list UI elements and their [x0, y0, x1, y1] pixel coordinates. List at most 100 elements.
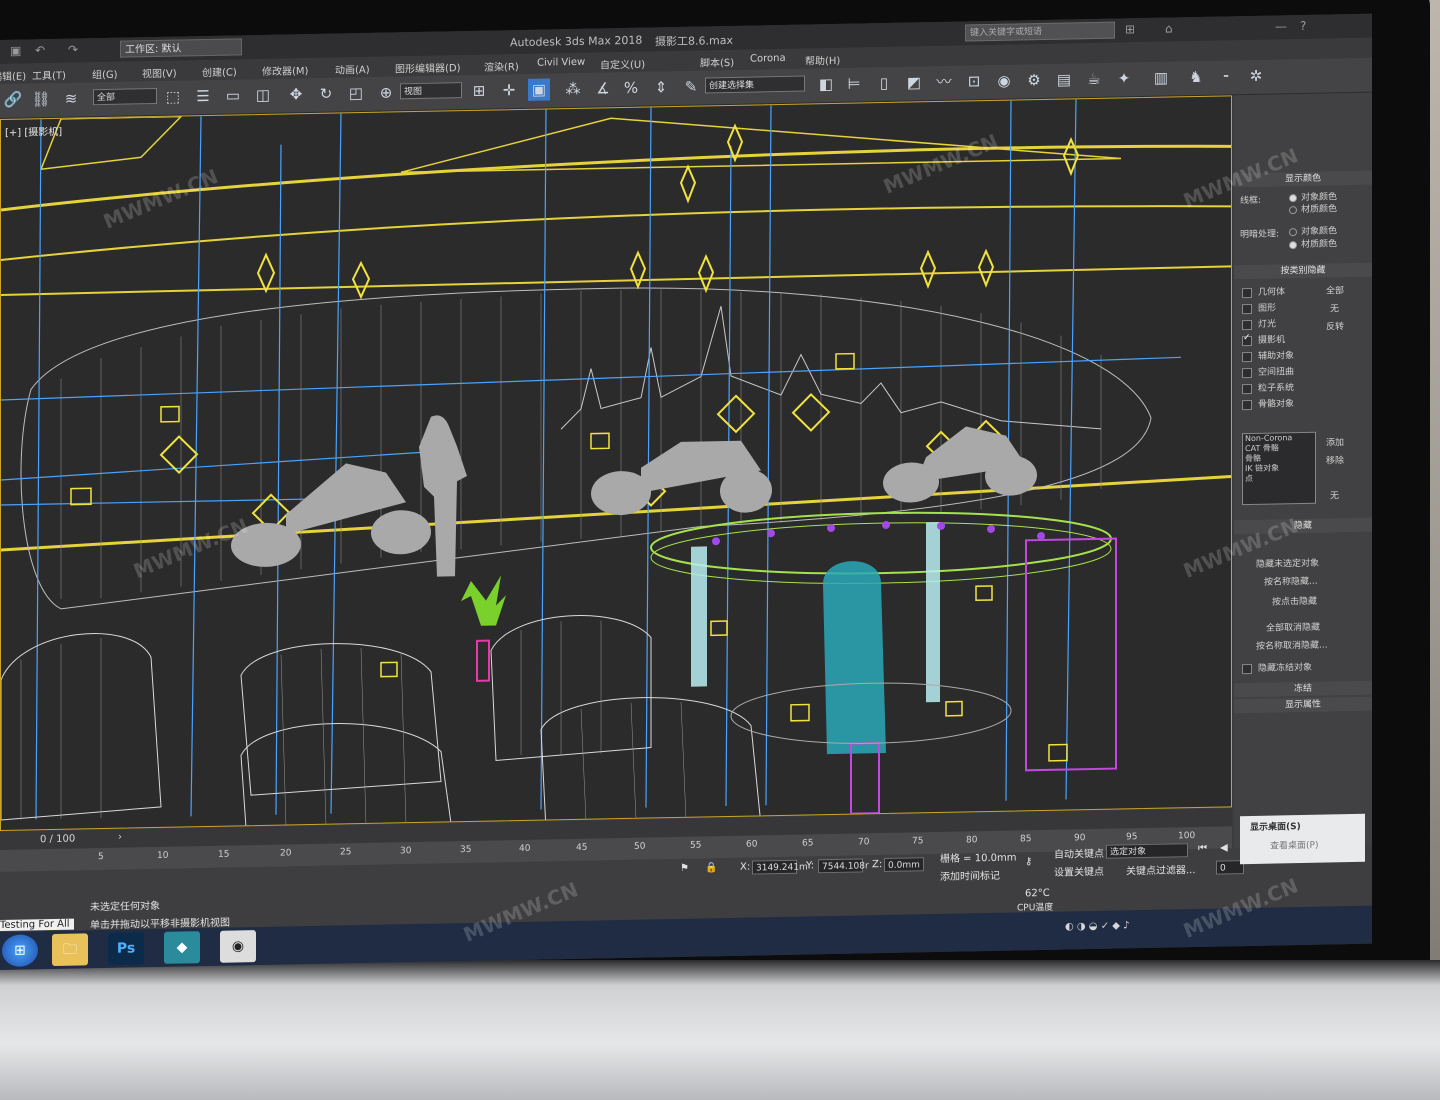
hide-by-hit-button[interactable]: 按点击隐藏: [1272, 594, 1317, 608]
checkbox-icon[interactable]: [1242, 287, 1252, 298]
explorer-icon[interactable]: 🗀: [52, 933, 88, 967]
hide-by-category-header[interactable]: 按类别隐藏: [1234, 262, 1372, 280]
pivot-icon[interactable]: ⊞: [468, 80, 490, 102]
workspace-dropdown[interactable]: 工作区: 默认: [120, 38, 242, 58]
checkbox-icon[interactable]: [1242, 351, 1252, 362]
menu-graph-editors[interactable]: 图形编辑器(D): [395, 59, 461, 75]
filter-none-button[interactable]: 无: [1330, 488, 1339, 501]
next-frame-icon[interactable]: ›: [118, 832, 122, 843]
home-icon[interactable]: ⌂: [1165, 21, 1173, 35]
checkbox-icon[interactable]: [1242, 367, 1252, 378]
tray-icons[interactable]: ◐ ◑ ◒ ✓ ◆ ♪: [1065, 920, 1130, 932]
reference-coord-dropdown[interactable]: 视图: [400, 82, 462, 100]
dash-icon[interactable]: ⁃: [1215, 65, 1237, 87]
menu-edit[interactable]: 编辑(E): [0, 67, 26, 83]
category-checkbox[interactable]: 灯光: [1242, 316, 1276, 330]
checkbox-icon[interactable]: [1242, 399, 1252, 410]
window-crossing-icon[interactable]: ◫: [252, 84, 274, 106]
render-iterative-icon[interactable]: ✦: [1113, 67, 1135, 89]
render-icon[interactable]: ☕: [1083, 68, 1105, 90]
menu-animation[interactable]: 动画(A): [335, 61, 370, 77]
select-by-name-icon[interactable]: ☰: [192, 85, 214, 107]
unlink-icon[interactable]: ⛓: [30, 88, 52, 110]
auto-key-button[interactable]: 自动关键点: [1054, 845, 1104, 861]
key-icon[interactable]: ⚷: [1025, 856, 1032, 867]
checkbox-icon[interactable]: [1242, 383, 1252, 394]
menu-modifiers[interactable]: 修改器(M): [262, 62, 308, 78]
show-desktop-item[interactable]: 显示桌面(S): [1240, 814, 1365, 837]
3dsmax-icon[interactable]: ◆: [164, 931, 200, 964]
maxscript-listener[interactable]: Testing For All: [0, 918, 74, 932]
light-lister-icon[interactable]: ♞: [1185, 66, 1207, 88]
curve-editor-icon[interactable]: 〰: [933, 71, 955, 93]
category-checkbox[interactable]: 几何体: [1242, 284, 1285, 298]
layer-icon[interactable]: ▯: [873, 72, 895, 94]
camera-viewport[interactable]: [+] [摄影机]: [0, 95, 1232, 832]
category-checkbox[interactable]: 图形: [1242, 300, 1276, 314]
menu-rendering[interactable]: 渲染(R): [484, 58, 519, 74]
cat-none-button[interactable]: 无: [1330, 301, 1339, 314]
filter-remove-button[interactable]: 移除: [1326, 453, 1344, 466]
shaded-object-color-radio[interactable]: 对象颜色: [1289, 223, 1337, 237]
hide-filter-listbox[interactable]: Non-Corona CAT 骨骼 骨骼 IK 链对象 点: [1242, 431, 1316, 506]
menu-customize[interactable]: 自定义(U): [600, 56, 645, 72]
select-manipulate-icon[interactable]: ✛: [498, 79, 520, 101]
edit-named-sel-icon[interactable]: ✎: [680, 76, 702, 98]
freeze-header[interactable]: 冻结: [1234, 680, 1372, 698]
save-icon[interactable]: ▣: [10, 44, 21, 58]
go-start-icon[interactable]: ⏮: [1198, 843, 1207, 854]
minimize-icon[interactable]: —: [1275, 19, 1287, 33]
filter-add-button[interactable]: 添加: [1326, 435, 1344, 448]
undo-icon[interactable]: ↶: [35, 43, 45, 57]
hide-by-name-button[interactable]: 按名称隐藏...: [1264, 574, 1318, 588]
binoculars-icon[interactable]: ⊞: [1125, 22, 1135, 36]
menu-corona[interactable]: Corona: [750, 53, 786, 65]
category-checkbox[interactable]: 骨骼对象: [1242, 396, 1294, 410]
lock-icon[interactable]: 🔒: [705, 862, 717, 873]
unhide-all-button[interactable]: 全部取消隐藏: [1266, 620, 1320, 634]
checkbox-icon[interactable]: [1242, 319, 1252, 330]
key-filters-button[interactable]: 关键点过滤器...: [1126, 861, 1196, 877]
redo-icon[interactable]: ↷: [68, 43, 78, 57]
menu-create[interactable]: 创建(C): [202, 63, 237, 79]
checkbox-icon[interactable]: [1242, 335, 1252, 346]
search-input[interactable]: 键入关键字或短语: [965, 21, 1115, 42]
material-editor-icon[interactable]: ◉: [993, 70, 1015, 92]
spinner-snap-icon[interactable]: ⇕: [650, 76, 672, 98]
keyboard-shortcut-icon[interactable]: ▣: [528, 78, 550, 101]
unhide-by-name-button[interactable]: 按名称取消隐藏...: [1256, 638, 1328, 652]
menu-view[interactable]: 视图(V): [142, 65, 177, 81]
category-checkbox[interactable]: 摄影机: [1242, 332, 1285, 346]
z-coord-field[interactable]: 0.0mm: [884, 857, 924, 873]
mirror-icon[interactable]: ◧: [815, 73, 837, 95]
x-coord-field[interactable]: 3149.241m: [752, 859, 808, 875]
link-icon[interactable]: 🔗: [2, 89, 24, 111]
isolate-icon[interactable]: ⚑: [680, 863, 689, 874]
scale-icon[interactable]: ◰: [345, 82, 367, 104]
rect-selection-icon[interactable]: ▭: [222, 84, 244, 106]
prev-frame-icon[interactable]: ◀: [1220, 842, 1228, 853]
help-icon[interactable]: ?: [1300, 19, 1306, 33]
menu-civil-view[interactable]: Civil View: [537, 57, 585, 69]
wire-material-color-radio[interactable]: 材质颜色: [1289, 201, 1337, 215]
category-checkbox[interactable]: 空间扭曲: [1242, 364, 1294, 378]
display-properties-header[interactable]: 显示属性: [1234, 696, 1372, 714]
menu-group[interactable]: 组(G): [92, 66, 118, 81]
named-selection-dropdown[interactable]: 创建选择集: [705, 75, 805, 94]
bind-space-warp-icon[interactable]: ≋: [60, 87, 82, 109]
add-time-tag[interactable]: 添加时间标记: [940, 867, 1000, 883]
hide-frozen-checkbox[interactable]: 隐藏冻结对象: [1242, 660, 1312, 674]
filter-item[interactable]: 点: [1243, 473, 1315, 484]
place-icon[interactable]: ⊕: [375, 81, 397, 103]
set-key-button[interactable]: 设置关键点: [1054, 863, 1104, 879]
rotate-icon[interactable]: ↻: [315, 83, 337, 105]
cat-invert-button[interactable]: 反转: [1326, 319, 1344, 332]
start-button[interactable]: ⊞: [2, 934, 38, 967]
schematic-icon[interactable]: ⊡: [963, 70, 985, 92]
percent-snap-icon[interactable]: %: [620, 77, 642, 99]
corona-icon[interactable]: ▥: [1150, 66, 1172, 88]
cat-all-button[interactable]: 全部: [1326, 283, 1344, 296]
align-icon[interactable]: ⊨: [843, 72, 865, 94]
menu-tools[interactable]: 工具(T): [32, 67, 66, 83]
hide-unselected-button[interactable]: 隐藏未选定对象: [1256, 556, 1319, 570]
